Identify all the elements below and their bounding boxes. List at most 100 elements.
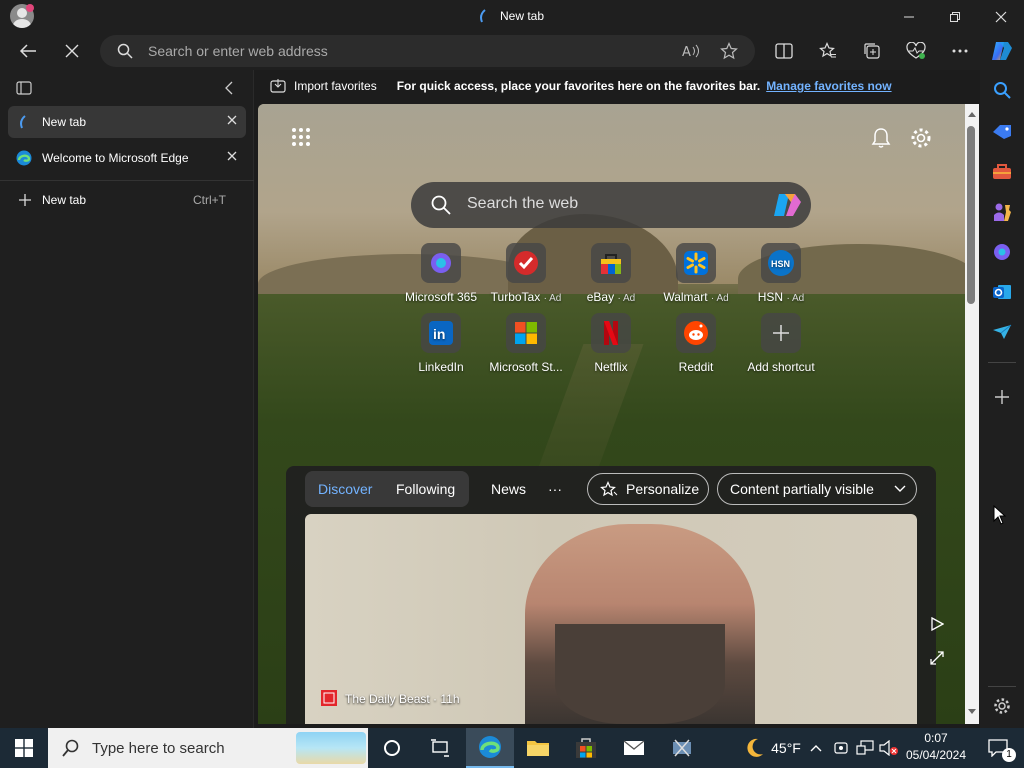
linkedin-icon: in <box>421 313 461 353</box>
shortcut-linkedin[interactable]: in LinkedIn <box>396 313 486 374</box>
scrollbar-thumb[interactable] <box>967 126 975 304</box>
tab-following[interactable]: Following <box>396 473 455 505</box>
shortcut-ebay[interactable]: eBay · Ad <box>566 243 656 304</box>
collections-icon <box>864 43 880 59</box>
copilot-button[interactable] <box>988 37 1016 65</box>
favorites-button[interactable] <box>814 37 842 65</box>
restore-icon <box>950 11 960 22</box>
tray-icon-1[interactable] <box>830 728 852 768</box>
app-launcher-icon[interactable] <box>291 127 311 147</box>
tab-actions-icon[interactable] <box>16 80 32 96</box>
address-bar[interactable]: A <box>100 35 755 67</box>
start-button[interactable] <box>0 728 48 768</box>
taskbar-mail-button[interactable] <box>610 728 658 768</box>
split-screen-button[interactable] <box>770 37 798 65</box>
shortcut-label: HSN <box>757 290 784 304</box>
sidebar-settings-button[interactable] <box>988 692 1016 720</box>
notifications-bell-icon[interactable] <box>871 127 891 149</box>
action-center-button[interactable]: 1 <box>974 728 1022 768</box>
plus-icon <box>995 390 1009 404</box>
cortana-button[interactable] <box>368 728 416 768</box>
shortcut-turbotax[interactable]: TurboTax · Ad <box>481 243 571 304</box>
clock-time: 0:07 <box>924 731 948 745</box>
task-view-button[interactable] <box>416 728 464 768</box>
taskbar-search-box[interactable]: Type here to search <box>48 728 368 768</box>
web-search-input[interactable] <box>467 195 757 213</box>
manage-favorites-link[interactable]: Manage favorites now <box>766 79 891 93</box>
news-story-card[interactable]: The Daily Beast · 11h <box>305 514 917 724</box>
vertical-tab-welcome[interactable]: Welcome to Microsoft Edge <box>8 142 246 174</box>
network-button[interactable] <box>854 728 876 768</box>
shortcut-microsoft-365[interactable]: Microsoft 365 <box>396 243 486 304</box>
shortcut-label: TurboTax <box>490 290 541 304</box>
story-image-beard <box>555 624 725 724</box>
taskbar-store-button[interactable] <box>562 728 610 768</box>
ebay-bag-icon <box>591 243 631 283</box>
shortcut-netflix[interactable]: Netflix <box>566 313 656 374</box>
shortcut-walmart[interactable]: Walmart · Ad <box>651 243 741 304</box>
plus-icon <box>761 313 801 353</box>
sidebar-search-button[interactable] <box>988 76 1016 104</box>
new-tab-button[interactable]: New tab Ctrl+T <box>8 184 246 216</box>
moon-icon <box>747 738 764 757</box>
add-shortcut-button[interactable]: Add shortcut <box>736 313 826 374</box>
taskbar-app-button[interactable] <box>658 728 706 768</box>
restore-button[interactable] <box>932 0 978 33</box>
page-settings-gear-icon[interactable] <box>910 127 932 149</box>
vertical-tab-new-tab[interactable]: New tab <box>8 106 246 138</box>
close-tab-icon[interactable] <box>226 114 238 126</box>
sidebar-drop-button[interactable] <box>988 318 1016 346</box>
stop-loading-button[interactable] <box>58 37 86 65</box>
story-source-name: The Daily Beast <box>345 692 430 706</box>
web-search-box[interactable] <box>411 182 811 228</box>
search-icon <box>62 739 79 757</box>
collections-button[interactable] <box>858 37 886 65</box>
ad-label: · Ad <box>617 293 636 304</box>
sidebar-microsoft-365-button[interactable] <box>988 238 1016 266</box>
content-visibility-dropdown[interactable]: Content partially visible <box>717 473 917 505</box>
close-window-button[interactable] <box>978 0 1024 33</box>
ad-label: · Ad <box>786 293 805 304</box>
weather-widget[interactable]: 45°F <box>730 728 814 768</box>
sidebar-tools-button[interactable] <box>988 158 1016 186</box>
feed-more-button[interactable]: ··· <box>548 473 562 505</box>
taskbar-edge-button[interactable] <box>466 728 514 768</box>
import-favorites-button[interactable]: Import favorites <box>294 79 377 93</box>
favorites-hint: For quick access, place your favorites h… <box>396 79 761 93</box>
settings-more-button[interactable] <box>946 37 974 65</box>
shortcut-hsn[interactable]: HSN HSN · Ad <box>736 243 826 304</box>
back-button[interactable] <box>14 37 42 65</box>
shortcut-microsoft-store[interactable]: Microsoft St... <box>481 313 571 374</box>
sidebar-outlook-button[interactable] <box>988 278 1016 306</box>
clock[interactable]: 0:07 05/04/2024 <box>904 730 968 766</box>
add-favorite-star-icon[interactable] <box>720 42 738 60</box>
copilot-icon[interactable] <box>771 191 803 219</box>
sidebar-shopping-button[interactable] <box>988 118 1016 146</box>
walmart-spark-icon <box>676 243 716 283</box>
personalize-button[interactable]: Personalize <box>587 473 709 505</box>
shortcut-reddit[interactable]: Reddit <box>651 313 741 374</box>
tab-news[interactable]: News <box>491 473 526 505</box>
tab-discover[interactable]: Discover <box>318 473 372 505</box>
collapse-pane-icon[interactable] <box>224 81 234 95</box>
divider <box>0 180 254 181</box>
sidebar-add-button[interactable] <box>988 383 1016 411</box>
minimize-button[interactable] <box>886 0 932 33</box>
scroll-up-icon[interactable] <box>967 110 977 118</box>
new-tab-shortcut: Ctrl+T <box>193 193 226 207</box>
taskbar-file-explorer-button[interactable] <box>514 728 562 768</box>
read-aloud-icon[interactable]: A <box>682 43 700 59</box>
close-tab-icon[interactable] <box>226 150 238 162</box>
sidebar-games-button[interactable] <box>988 198 1016 226</box>
personalize-star-icon <box>600 481 618 497</box>
play-icon[interactable] <box>930 617 944 631</box>
address-input[interactable] <box>148 43 628 59</box>
volume-button[interactable] <box>878 728 900 768</box>
scroll-down-icon[interactable] <box>967 708 977 716</box>
browser-essentials-button[interactable] <box>902 37 930 65</box>
show-hidden-icons-button[interactable] <box>806 728 826 768</box>
expand-icon[interactable] <box>930 651 944 665</box>
search-icon <box>994 82 1011 99</box>
ad-label: · Ad <box>710 293 729 304</box>
shortcut-label: LinkedIn <box>418 360 464 374</box>
